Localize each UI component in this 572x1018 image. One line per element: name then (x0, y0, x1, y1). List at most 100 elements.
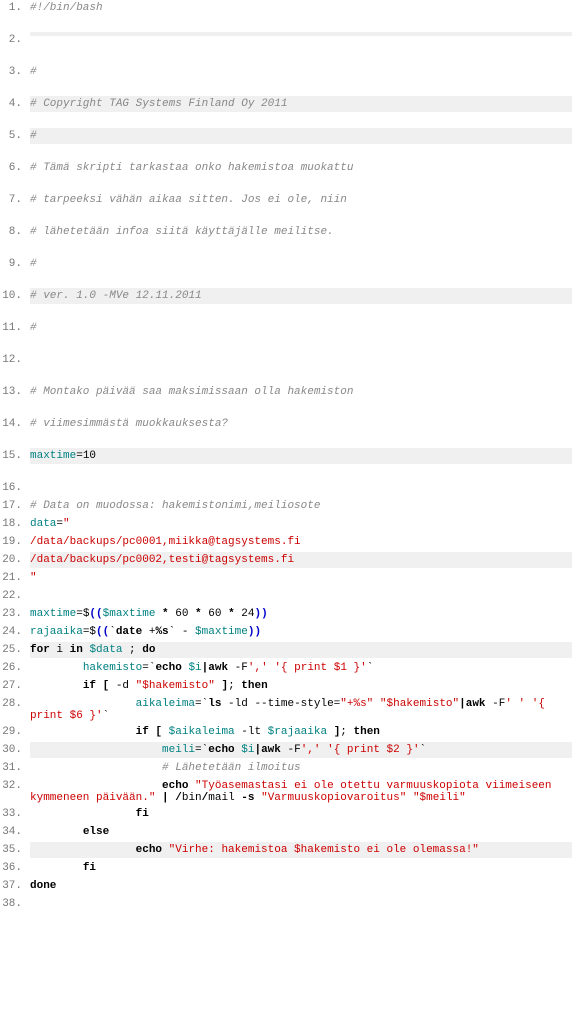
token: # Copyright TAG Systems Finland Oy 2011 (30, 98, 287, 110)
code-content: hakemisto=`echo $i|awk -F',' '{ print $1… (30, 660, 572, 676)
code-line: 21." (0, 570, 572, 588)
line-number: 29. (0, 724, 30, 738)
line-number: 33. (0, 806, 30, 820)
line-number: 3. (0, 64, 30, 78)
line-number: 36. (0, 860, 30, 874)
token: mail (208, 792, 241, 804)
token: * (188, 608, 208, 620)
code-content: data=" (30, 516, 572, 532)
token (525, 698, 532, 710)
token: " (30, 572, 37, 584)
token: "$hakemisto" (380, 698, 459, 710)
code-content: # (30, 64, 572, 80)
code-content: maxtime=10 (30, 448, 572, 464)
token: /data/backups/pc0001,miikka@tagsystems.f… (30, 536, 301, 548)
token: =` (195, 698, 208, 710)
line-number: 17. (0, 498, 30, 512)
token: ` (420, 744, 427, 756)
token: fi (136, 808, 149, 820)
token: ' ' (505, 698, 525, 710)
token: # (30, 258, 37, 270)
token: $i (188, 662, 201, 674)
token: # (30, 130, 37, 142)
code-content: # (30, 320, 572, 336)
token: # Montako päivää saa maksimissaan olla h… (30, 386, 353, 398)
token: # Lähetetään ilmoitus (162, 762, 301, 774)
line-number: 28. (0, 696, 30, 710)
code-content: /data/backups/pc0001,miikka@tagsystems.f… (30, 534, 572, 550)
token: 10 (83, 450, 96, 462)
code-content: # Tämä skripti tarkastaa onko hakemistoa… (30, 160, 572, 176)
line-number: 24. (0, 624, 30, 638)
code-content: rajaaika=$((`date +%s` - $maxtime)) (30, 624, 572, 640)
code-content: # Data on muodossa: hakemistonimi,meilio… (30, 498, 572, 514)
token (30, 698, 136, 710)
token: -s (241, 792, 254, 804)
token: 60 (175, 608, 188, 620)
token: '{ print $1 }' (274, 662, 366, 674)
line-number: 6. (0, 160, 30, 174)
line-number: 4. (0, 96, 30, 110)
code-content (30, 32, 572, 36)
code-line: 33. fi (0, 806, 572, 824)
token (30, 844, 136, 856)
line-number: 20. (0, 552, 30, 566)
line-number: 25. (0, 642, 30, 656)
code-line: 26. hakemisto=`echo $i|awk -F',' '{ prin… (0, 660, 572, 678)
code-line: 25.for i in $data ; do (0, 642, 572, 660)
token: [ (149, 726, 169, 738)
line-number: 7. (0, 192, 30, 206)
code-line: 20./data/backups/pc0002,testi@tagsystems… (0, 552, 572, 570)
token: $i (241, 744, 254, 756)
token: bin (182, 792, 202, 804)
token: fi (83, 862, 96, 874)
code-line: 7.# tarpeeksi vähän aikaa sitten. Jos ei… (0, 192, 572, 224)
line-number: 21. (0, 570, 30, 584)
token: / (175, 792, 182, 804)
token: | (155, 792, 175, 804)
line-number: 2. (0, 32, 30, 46)
line-number: 15. (0, 448, 30, 462)
token: * (155, 608, 175, 620)
code-line: 14.# viimesimmästä muokkauksesta? (0, 416, 572, 448)
token: "+%s" (340, 698, 373, 710)
token: # lähetetään infoa siitä käyttäjälle mei… (30, 226, 334, 238)
code-content (30, 352, 572, 356)
code-content: /data/backups/pc0002,testi@tagsystems.fi (30, 552, 572, 568)
code-content: # viimesimmästä muokkauksesta? (30, 416, 572, 432)
token: ',' (248, 662, 268, 674)
line-number: 19. (0, 534, 30, 548)
token: "$meili" (413, 792, 466, 804)
token: ` - (169, 626, 195, 638)
code-line: 38. (0, 896, 572, 914)
token: (( (89, 608, 102, 620)
code-line: 5.# (0, 128, 572, 160)
code-content: fi (30, 806, 572, 822)
token: ` (367, 662, 374, 674)
token: # (30, 66, 37, 78)
token: else (83, 826, 109, 838)
token (373, 698, 380, 710)
code-line: 29. if [ $aikaleima -lt $rajaaika ]; the… (0, 724, 572, 742)
line-number: 37. (0, 878, 30, 892)
token (30, 744, 162, 756)
token: date (116, 626, 142, 638)
code-line: 3.# (0, 64, 572, 96)
token: if (136, 726, 149, 738)
token: for (30, 644, 50, 656)
token: # viimesimmästä muokkauksesta? (30, 418, 228, 430)
code-content: #!/bin/bash (30, 0, 572, 16)
token: data (30, 518, 56, 530)
token: -lt (235, 726, 268, 738)
line-number: 22. (0, 588, 30, 602)
code-line: 15.maxtime=10 (0, 448, 572, 480)
token: 60 (208, 608, 221, 620)
line-number: 34. (0, 824, 30, 838)
token: ] (327, 726, 340, 738)
token (30, 808, 136, 820)
code-line: 28. aikaleima=`ls -ld --time-style="+%s"… (0, 696, 572, 724)
token (30, 862, 83, 874)
code-line: 16. (0, 480, 572, 498)
token: %s (155, 626, 168, 638)
code-content: # (30, 256, 572, 272)
